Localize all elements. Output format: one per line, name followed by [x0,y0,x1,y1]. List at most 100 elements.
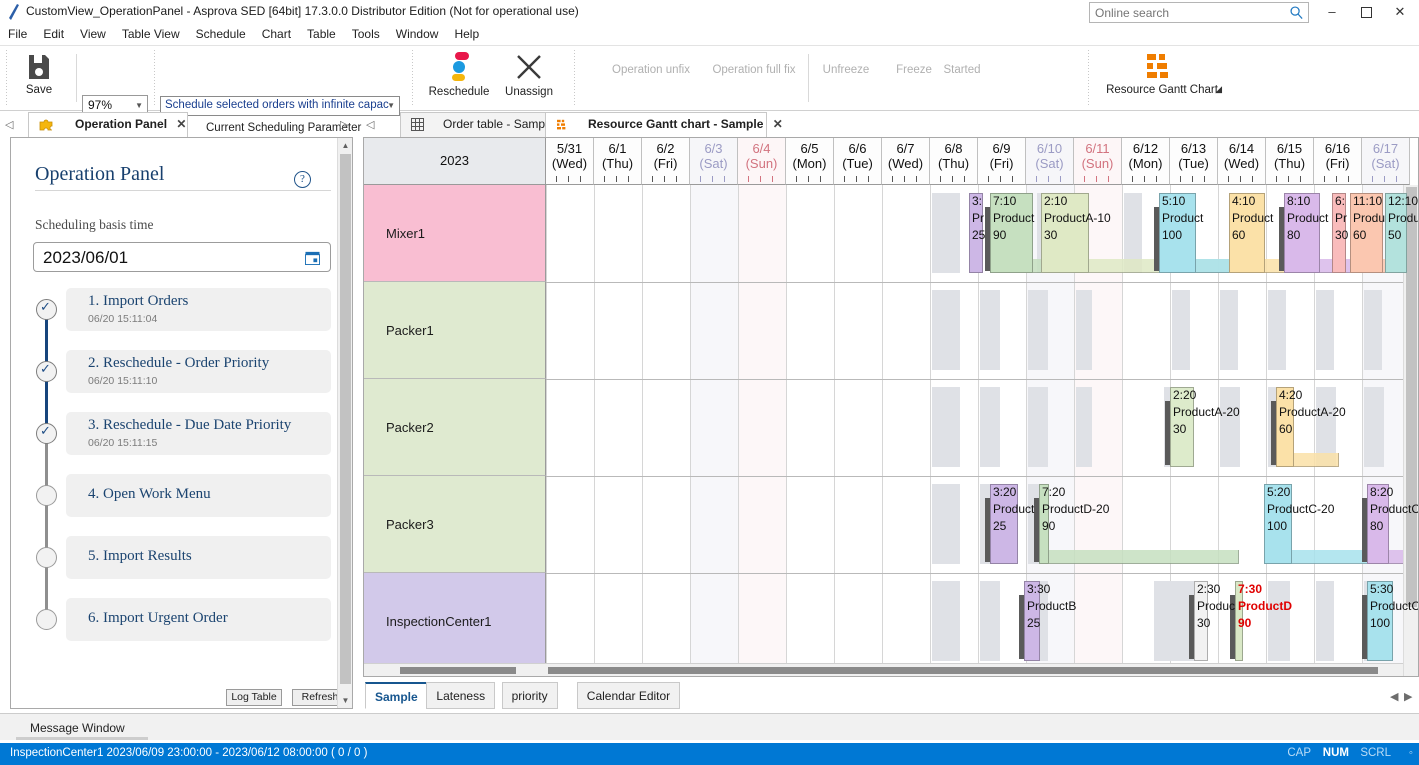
gantt-operation-bar[interactable]: 3:30ProductB25 [1024,581,1040,661]
left-tabstrip-next-button[interactable]: ▷ [340,118,348,131]
gantt-operation-bar[interactable]: 8:10Product80 [1284,193,1320,273]
step-item-4[interactable]: 4. Open Work Menu [66,474,331,517]
operation-unfix-button[interactable]: Operation unfix [610,62,692,76]
gantt-date-column-header[interactable]: 6/4(Sun) [738,138,786,185]
minimize-button[interactable]: – [1317,0,1347,24]
chevron-down-icon[interactable]: ▼ [387,101,395,110]
scrollbar-thumb[interactable] [340,154,351,684]
save-button[interactable]: Save [8,52,70,96]
step-item-6[interactable]: 6. Import Urgent Order [66,598,331,641]
tab-operation-panel[interactable]: Operation Panel ✕ [28,112,188,137]
gantt-operation-bar[interactable]: 12:10ProductD-1050 [1385,193,1407,273]
menu-item-table[interactable]: Table [299,24,344,44]
gantt-operation-bar[interactable]: 3:20Product25 [990,484,1018,564]
log-table-button[interactable]: Log Table [226,689,282,706]
menu-item-schedule[interactable]: Schedule [188,24,254,44]
gantt-date-column-header[interactable]: 5/31(Wed) [546,138,594,185]
gantt-date-column-header[interactable]: 6/16(Fri) [1314,138,1362,185]
operation-full-fix-button[interactable]: Operation full fix [710,62,798,76]
gantt-date-column-header[interactable]: 6/8(Thu) [930,138,978,185]
menu-item-table-view[interactable]: Table View [114,24,188,44]
sheet-tabs-next-button[interactable]: ▶ [1404,690,1412,703]
menu-item-file[interactable]: File [0,24,35,44]
gantt-date-column-header[interactable]: 6/14(Wed) [1218,138,1266,185]
gantt-date-column-header[interactable]: 6/10(Sat) [1026,138,1074,185]
gantt-operation-bar[interactable]: 5:30ProductC100 [1367,581,1393,661]
sheet-tab-lateness[interactable]: Lateness [426,682,495,709]
dropdown-arrow-icon[interactable]: ◢ [1215,84,1222,95]
gantt-operation-bar[interactable]: 7:30ProductD90 [1235,581,1243,661]
gantt-resource-row-header[interactable]: Packer1 [364,282,546,379]
scrollbar-thumb[interactable] [1406,187,1417,607]
left-tabstrip-prev-button[interactable]: ◁ [5,118,13,131]
maximize-button[interactable] [1351,0,1381,24]
gantt-operation-bar[interactable]: 5:10Product100 [1159,193,1196,273]
started-button[interactable]: Started [934,62,990,76]
gantt-operation-bar[interactable]: 4:20ProductA-2060 [1276,387,1294,467]
step-item-3[interactable]: 3. Reschedule - Due Date Priority 06/20 … [66,412,331,455]
close-icon[interactable]: ✕ [176,117,186,131]
sheet-tabs-prev-button[interactable]: ◀ [1390,690,1398,703]
gantt-operation-bar[interactable]: 2:20ProductA-2030 [1170,387,1194,467]
refresh-button[interactable]: Refresh [292,689,339,706]
gantt-date-column-header[interactable]: 6/12(Mon) [1122,138,1170,185]
gantt-operation-bar[interactable]: 7:10Product90 [990,193,1033,273]
gantt-date-column-header[interactable]: 6/15(Thu) [1266,138,1314,185]
operation-panel-scrollbar[interactable]: ▲ ▼ [337,138,352,708]
menu-item-tools[interactable]: Tools [344,24,388,44]
gantt-operation-bar[interactable]: 8:20ProductC-2080 [1367,484,1389,564]
resize-grip-icon[interactable]: ◦ [1409,747,1413,759]
gantt-resource-row-header[interactable]: InspectionCenter1 [364,573,546,670]
step-item-5[interactable]: 5. Import Results [66,536,331,579]
gantt-operation-bar[interactable]: 6:Pr30 [1332,193,1346,273]
search-icon[interactable] [1289,5,1304,20]
tab-order-table[interactable]: Order table - Sample [400,112,560,137]
scrollbar-thumb[interactable] [548,667,1378,674]
resource-gantt-chart-button[interactable]: Resource Gantt Chart ◢ [1096,52,1228,96]
step-marker-1[interactable]: ✓ [36,299,57,320]
unfreeze-button[interactable]: Unfreeze [816,62,876,76]
gantt-date-column-header[interactable]: 6/11(Sun) [1074,138,1122,185]
gantt-date-column-header[interactable]: 6/7(Wed) [882,138,930,185]
step-item-1[interactable]: 1. Import Orders 06/20 15:11:04 [66,288,331,331]
gantt-date-column-header[interactable]: 6/5(Mon) [786,138,834,185]
search-input[interactable] [1090,3,1280,22]
gantt-operation-bar[interactable]: 11:10Produ60 [1350,193,1383,273]
gantt-operation-extension[interactable] [1039,550,1239,564]
message-window[interactable]: Message Window [0,713,1419,740]
gantt-date-column-header[interactable]: 6/3(Sat) [690,138,738,185]
gantt-resource-row-header[interactable]: Packer3 [364,476,546,573]
scroll-up-icon[interactable]: ▲ [338,138,353,153]
gantt-operation-bar[interactable]: 2:10ProductA-1030 [1041,193,1089,273]
step-item-2[interactable]: 2. Reschedule - Order Priority 06/20 15:… [66,350,331,393]
scroll-down-icon[interactable]: ▼ [338,693,353,708]
scheduling-basis-input[interactable]: 2023/06/01 [33,242,331,272]
sheet-tab-priority[interactable]: priority [502,682,558,709]
sheet-tab-calendar-editor[interactable]: Calendar Editor [577,682,680,709]
gantt-resource-hscrollbar[interactable] [364,663,546,676]
step-marker-2[interactable]: ✓ [36,361,57,382]
step-marker-5[interactable] [36,547,57,568]
gantt-date-column-header[interactable]: 6/6(Tue) [834,138,882,185]
gantt-operation-bar[interactable]: 3:Pr25 [969,193,983,273]
gantt-resource-row-header[interactable]: Packer2 [364,379,546,476]
help-icon[interactable]: ? [294,171,311,188]
gantt-date-column-header[interactable]: 6/17(Sat) [1362,138,1410,185]
step-marker-4[interactable] [36,485,57,506]
gantt-date-column-header[interactable]: 6/1(Thu) [594,138,642,185]
close-icon[interactable]: ✕ [773,117,783,131]
menu-item-chart[interactable]: Chart [254,24,299,44]
gantt-date-column-header[interactable]: 6/13(Tue) [1170,138,1218,185]
gantt-operation-bar[interactable]: 2:30Produc30 [1194,581,1208,661]
menu-item-edit[interactable]: Edit [35,24,72,44]
gantt-operation-bar[interactable]: 7:20ProductD-2090 [1039,484,1049,564]
gantt-date-column-header[interactable]: 6/9(Fri) [978,138,1026,185]
close-button[interactable]: ✕ [1385,0,1415,24]
step-marker-6[interactable] [36,609,57,630]
gantt-operation-bar[interactable]: 5:20ProductC-20100 [1264,484,1292,564]
calendar-icon[interactable] [305,250,320,265]
chevron-down-icon[interactable]: ▼ [135,101,143,110]
menu-item-view[interactable]: View [72,24,114,44]
tab-resource-gantt-chart[interactable]: Resource Gantt chart - Sample ✕ [545,112,767,137]
gantt-date-column-header[interactable]: 6/2(Fri) [642,138,690,185]
